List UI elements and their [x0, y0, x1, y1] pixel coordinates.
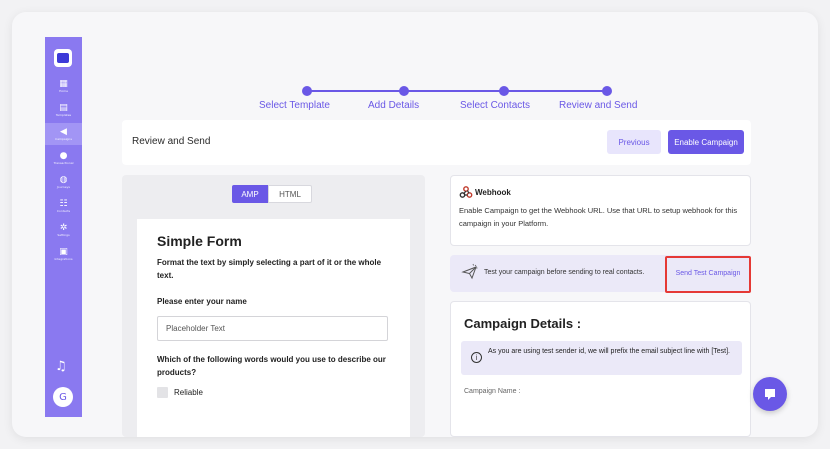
campaign-name-label: Campaign Name : [464, 388, 521, 395]
step-review-and-send[interactable]: Review and Send [559, 100, 637, 111]
chat-icon: ◍ [59, 174, 68, 185]
sidebar-item-label: Campaigns [55, 136, 72, 141]
step-select-contacts[interactable]: Select Contacts [460, 100, 530, 111]
logo-mark [57, 53, 69, 63]
notice-text: As you are using test sender id, we will… [488, 348, 730, 355]
chat-bubble-icon [765, 389, 775, 400]
page-title: Review and Send [132, 136, 211, 147]
option-reliable[interactable]: Reliable [157, 387, 203, 398]
webhook-card: Webhook Enable Campaign to get the Webho… [450, 175, 751, 246]
step-add-details[interactable]: Add Details [368, 100, 419, 111]
sidebar-item-label: Journeys [57, 184, 70, 189]
sidebar-item-home[interactable]: ▦ Home [45, 75, 82, 97]
sidebar-item-label: Transactional [53, 160, 74, 165]
paper-plane-icon [461, 263, 478, 280]
webhook-icon [459, 186, 473, 198]
document-icon: ▤ [59, 102, 68, 113]
sidebar-item-label: Integrations [54, 256, 73, 261]
sidebar-item-label: Templates [55, 112, 72, 117]
sidebar-item-settings[interactable]: ✲ Settings [45, 219, 82, 241]
form-preview: Simple Form Format the text by simply se… [137, 219, 410, 437]
campaign-details-card: Campaign Details : i As you are using te… [450, 301, 751, 437]
app-logo[interactable] [54, 49, 72, 67]
avatar[interactable]: G [53, 387, 73, 407]
email-preview-panel: AMP HTML Simple Form Format the text by … [122, 175, 425, 437]
sidebar-item-label: Home [59, 88, 68, 93]
question-label: Which of the following words would you u… [157, 355, 386, 377]
stepper-line [307, 90, 607, 92]
review-header: Review and Send Previous Enable Campaign [122, 120, 751, 165]
preview-format-toggle: AMP HTML [232, 185, 312, 203]
webhook-description: Enable Campaign to get the Webhook URL. … [459, 206, 738, 228]
sidebar-item-label: Settings [57, 232, 70, 237]
checkbox[interactable] [157, 387, 168, 398]
test-sender-notice: i As you are using test sender id, we wi… [461, 341, 742, 375]
option-label: Reliable [174, 388, 203, 397]
form-subtitle: Format the text by simply selecting a pa… [157, 258, 382, 280]
form-title: Simple Form [157, 233, 242, 249]
gear-icon: ✲ [59, 222, 68, 233]
megaphone-icon: ◀ [60, 126, 67, 137]
sidebar-item-contacts[interactable]: ☷ Contacts [45, 195, 82, 217]
tab-html[interactable]: HTML [268, 185, 312, 203]
contacts-icon: ☷ [59, 198, 68, 209]
progress-stepper: Select Template Add Details Select Conta… [237, 64, 677, 114]
sidebar-item-journeys[interactable]: ◍ Journeys [45, 171, 82, 193]
step-select-template[interactable]: Select Template [259, 100, 330, 111]
enable-campaign-button[interactable]: Enable Campaign [668, 130, 744, 154]
step-dot-3 [499, 86, 509, 96]
bolt-icon: ● [59, 150, 68, 161]
chat-widget-button[interactable] [753, 377, 787, 411]
sidebar-item-integrations[interactable]: ▣ Integrations [45, 243, 82, 265]
name-input[interactable] [157, 316, 388, 341]
plug-icon: ▣ [59, 246, 68, 257]
step-dot-1 [302, 86, 312, 96]
previous-button[interactable]: Previous [607, 130, 661, 154]
step-dot-4 [602, 86, 612, 96]
webhook-title: Webhook [475, 188, 511, 197]
test-campaign-hint: Test your campaign before sending to rea… [484, 269, 645, 276]
sidebar-item-templates[interactable]: ▤ Templates [45, 99, 82, 121]
tab-amp[interactable]: AMP [232, 185, 268, 203]
sidebar-item-transactional[interactable]: ● Transactional [45, 147, 82, 169]
send-test-campaign-button[interactable]: Send Test Campaign [665, 255, 751, 292]
test-campaign-bar: Test your campaign before sending to rea… [450, 255, 751, 292]
app-window: ▦ Home ▤ Templates ◀ Campaigns ● Transac… [12, 12, 818, 437]
grid-icon: ▦ [59, 78, 68, 89]
info-icon: i [471, 352, 482, 363]
campaign-details-title: Campaign Details : [464, 316, 582, 331]
bell-icon[interactable]: ♫ [55, 359, 67, 374]
sidebar-item-campaigns[interactable]: ◀ Campaigns [45, 123, 82, 145]
sidebar-item-label: Contacts [56, 208, 71, 213]
name-field-label: Please enter your name [157, 297, 247, 306]
step-dot-2 [399, 86, 409, 96]
sidebar: ▦ Home ▤ Templates ◀ Campaigns ● Transac… [45, 37, 82, 417]
